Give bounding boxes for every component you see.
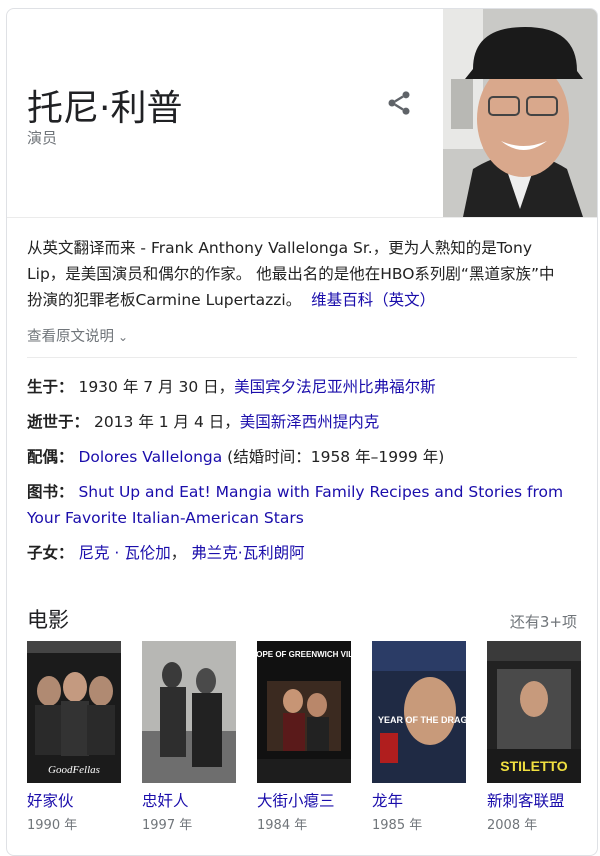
description: 从英文翻译而来 - Frank Anthony Vallelonga Sr.，更… [27, 235, 562, 313]
fact-born-date: 1930 年 7 月 30 日， [78, 378, 235, 396]
fact-died-label: 逝世于： [27, 413, 90, 431]
fact-children-separator: ， [170, 544, 187, 562]
movie-title: 忠奸人 [142, 792, 189, 810]
fact-born: 生于： 1930 年 7 月 30 日，美国宾夕法尼亚州比弗福尔斯 [27, 374, 582, 400]
person-photo[interactable] [443, 9, 597, 217]
movies-carousel: GoodFellas 好家伙 1990 年 忠奸人 1997 年 PE OF G… [27, 641, 587, 841]
movie-title: 新刺客联盟 [487, 792, 565, 810]
movie-title: 大街小瘪三 [257, 792, 335, 810]
movie-year: 1984 年 [257, 818, 308, 833]
movies-more-link[interactable]: 还有3+项 [510, 611, 577, 632]
wikipedia-link[interactable]: 维基百科（英文） [311, 291, 435, 309]
movie-poster: STILETTO [487, 641, 581, 783]
fact-children: 子女： 尼克 · 瓦伦加， 弗兰克·瓦利朗阿 [27, 540, 582, 566]
movie-title: 龙年 [372, 792, 404, 810]
fact-died-date: 2013 年 1 月 4 日， [93, 413, 240, 431]
fact-books: 图书： Shut Up and Eat! Mangia with Family … [27, 479, 582, 531]
description-text: 从英文翻译而来 - Frank Anthony Vallelonga Sr.，更… [27, 239, 555, 309]
fact-died: 逝世于： 2013 年 1 月 4 日，美国新泽西州提内克 [27, 409, 582, 435]
fact-books-label: 图书： [27, 483, 74, 501]
fact-spouse-detail: (结婚时间：1958 年–1999 年) [227, 448, 445, 466]
movie-year: 1997 年 [142, 818, 193, 833]
poster-title: GoodFellas [48, 764, 100, 776]
movie-item-donnie-brasco[interactable]: 忠奸人 1997 年 [142, 641, 236, 833]
movie-poster: YEAR OF THE DRAGON [372, 641, 466, 783]
fact-spouse-label: 配偶： [27, 448, 74, 466]
knowledge-panel: 托尼·利普 演员 从英文翻译而来 - Frank Anthony Vallelo… [6, 8, 598, 856]
panel-header: 托尼·利普 演员 [7, 9, 597, 218]
fact-died-place-link[interactable]: 美国新泽西州提内克 [240, 413, 380, 431]
poster-title: THE POPE OF GREENWICH VILLAGE [257, 650, 351, 659]
movie-year: 1985 年 [372, 818, 423, 833]
movie-poster [142, 641, 236, 783]
movie-title: 好家伙 [27, 792, 74, 810]
show-original-label: 查看原文说明 [27, 329, 114, 345]
facts-list: 生于： 1930 年 7 月 30 日，美国宾夕法尼亚州比弗福尔斯 逝世于： 2… [27, 374, 582, 575]
fact-children-label: 子女： [27, 544, 74, 562]
movie-item-year-of-the-dragon[interactable]: YEAR OF THE DRAGON 龙年 1985 年 [372, 641, 466, 833]
fact-spouse: 配偶： Dolores Vallelonga (结婚时间：1958 年–1999… [27, 444, 582, 470]
poster-title: YEAR OF THE DRAGON [378, 715, 466, 725]
person-role: 演员 [27, 129, 58, 147]
movie-year: 2008 年 [487, 818, 538, 833]
person-name: 托尼·利普 [27, 88, 183, 129]
movie-item-pope-of-greenwich-village[interactable]: THE POPE OF GREENWICH VILLAGE 大街小瘪三 1984… [257, 641, 351, 833]
movie-poster: GoodFellas [27, 641, 121, 783]
fact-child-1-link[interactable]: 尼克 · 瓦伦加 [78, 544, 170, 562]
fact-spouse-link[interactable]: Dolores Vallelonga [78, 448, 222, 466]
fact-books-link[interactable]: Shut Up and Eat! Mangia with Family Reci… [27, 483, 563, 527]
show-original-toggle[interactable]: 查看原文说明 ⌄ [27, 325, 128, 346]
movie-year: 1990 年 [27, 818, 78, 833]
share-icon[interactable] [385, 89, 413, 117]
divider [27, 357, 577, 358]
movies-section-title: 电影 [27, 608, 69, 632]
poster-title: STILETTO [500, 758, 568, 774]
movie-item-stiletto[interactable]: STILETTO 新刺客联盟 2008 年 [487, 641, 581, 833]
fact-born-place-link[interactable]: 美国宾夕法尼亚州比弗福尔斯 [234, 378, 436, 396]
chevron-down-icon: ⌄ [118, 330, 129, 344]
movie-item-goodfellas[interactable]: GoodFellas 好家伙 1990 年 [27, 641, 121, 833]
fact-child-2-link[interactable]: 弗兰克·瓦利朗阿 [191, 544, 304, 562]
fact-born-label: 生于： [27, 378, 74, 396]
movie-poster: THE POPE OF GREENWICH VILLAGE [257, 641, 351, 783]
